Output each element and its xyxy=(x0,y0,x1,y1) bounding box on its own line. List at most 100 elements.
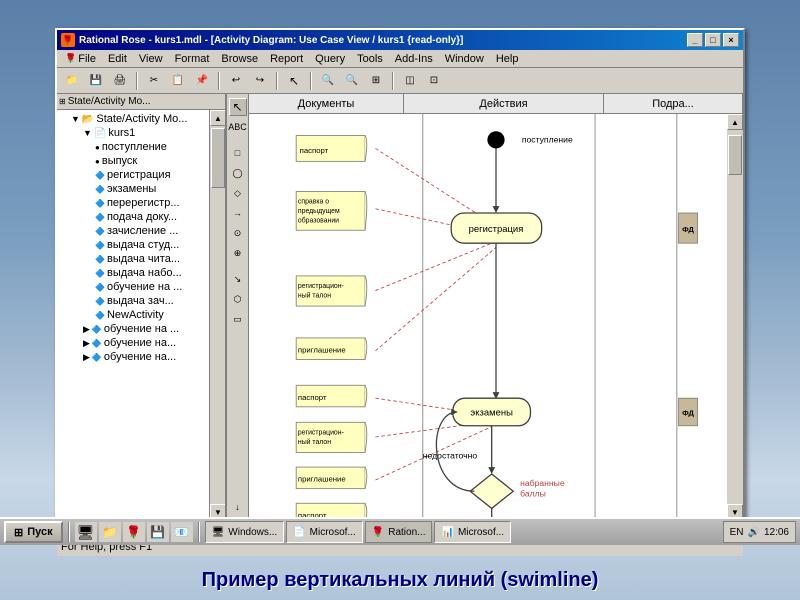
taskbar-ms1-label: Microsof... xyxy=(310,527,356,538)
tree-item-root[interactable]: ▼ 📂 State/Activity Mo... xyxy=(59,112,207,126)
tree-item-15[interactable]: ▶ 🔷 обучение на... xyxy=(59,350,207,364)
svg-text:ный талон: ный талон xyxy=(298,291,331,299)
tree-item-0[interactable]: ● поступление xyxy=(59,140,207,154)
toolbar-copy[interactable]: 📋 xyxy=(167,71,189,91)
toolbar-zoom-out[interactable]: 🔍 xyxy=(341,71,363,91)
taskbar-rational[interactable]: 🌹 Ration... xyxy=(365,521,433,543)
taskbar: ⊞ Пуск 🖥 📁 🌹 💾 📧 🖥 Windows... 📄 Microsof… xyxy=(0,517,800,545)
tree-item-13[interactable]: ▶ 🔷 обучение на ... xyxy=(59,322,207,336)
toolbar-zoom-fit[interactable]: ⊞ xyxy=(365,71,387,91)
title-buttons: _ □ × xyxy=(687,33,739,47)
taskbar-sep2 xyxy=(198,522,200,542)
menu-tools[interactable]: Tools xyxy=(351,50,389,67)
tree-item-4[interactable]: 🔷 перерегистр... xyxy=(59,196,207,210)
diag-vthumb[interactable] xyxy=(728,135,742,175)
tool-bottom[interactable]: ↓ xyxy=(229,498,247,516)
tree-vscrollbar[interactable]: ▲ ▼ xyxy=(209,110,225,520)
tree-item-12[interactable]: 🔷 NewActivity xyxy=(59,308,207,322)
tree-item-8[interactable]: 🔷 выдача чита... xyxy=(59,252,207,266)
tool-1[interactable]: □ xyxy=(229,144,247,162)
menu-window[interactable]: Window xyxy=(439,50,490,67)
toolbar-extra1[interactable]: ◫ xyxy=(399,71,421,91)
toolbar-sep2 xyxy=(218,72,220,90)
minimize-btn[interactable]: _ xyxy=(687,33,703,47)
svg-text:регистрация: регистрация xyxy=(469,224,524,235)
tray-area: EN 🔊 12:06 xyxy=(723,521,796,543)
tree-item-6[interactable]: 🔷 зачисление ... xyxy=(59,224,207,238)
taskbar-icon-4[interactable]: 💾 xyxy=(147,522,169,542)
menu-report[interactable]: Report xyxy=(264,50,309,67)
start-button[interactable]: ⊞ Пуск xyxy=(4,521,63,543)
tree-item-2[interactable]: 🔷 регистрация xyxy=(59,168,207,182)
maximize-btn[interactable]: □ xyxy=(705,33,721,47)
scroll-thumb[interactable] xyxy=(211,128,225,188)
title-bar: 🌹 Rational Rose - kurs1.mdl - [Activity … xyxy=(57,30,743,50)
tool-3[interactable]: ◇ xyxy=(229,184,247,202)
taskbar-ms1[interactable]: 📄 Microsof... xyxy=(286,521,363,543)
tool-panel: ↖ ABC □ ◯ ◇ → ⊙ ⊕ ↘ ⬡ ▭ ↓ ↑ xyxy=(227,94,249,536)
tool-2[interactable]: ◯ xyxy=(229,164,247,182)
tool-8[interactable]: ⬡ xyxy=(229,290,247,308)
tool-abc[interactable]: ABC xyxy=(229,118,247,136)
toolbar-cursor[interactable]: ↖ xyxy=(283,71,305,91)
tool-6[interactable]: ⊕ xyxy=(229,244,247,262)
diagram-vscrollbar[interactable]: ▲ ▼ xyxy=(727,114,743,520)
taskbar-rational-label: Ration... xyxy=(388,527,425,538)
taskbar-icon-5[interactable]: 📧 xyxy=(171,522,193,542)
taskbar-icon-3[interactable]: 🌹 xyxy=(123,522,145,542)
swimlane-dept: Подра... xyxy=(604,94,743,113)
tool-select[interactable]: ↖ xyxy=(229,98,247,116)
tool-9[interactable]: ▭ xyxy=(229,310,247,328)
tray-lang: EN xyxy=(730,527,744,538)
tree-item-7[interactable]: 🔷 выдача студ... xyxy=(59,238,207,252)
taskbar-icon-1[interactable]: 🖥 xyxy=(75,522,97,542)
title-bar-left: 🌹 Rational Rose - kurs1.mdl - [Activity … xyxy=(61,33,463,47)
menu-help[interactable]: Help xyxy=(490,50,525,67)
svg-text:образовании: образовании xyxy=(298,217,339,225)
tool-5[interactable]: ⊙ xyxy=(229,224,247,242)
tree-item-3[interactable]: 🔷 экзамены xyxy=(59,182,207,196)
swimlane-docs: Документы xyxy=(249,94,404,113)
tray-clock: 12:06 xyxy=(764,527,789,538)
toolbar-print[interactable]: 🖨 xyxy=(109,71,131,91)
toolbar-sep4 xyxy=(310,72,312,90)
taskbar-ms2[interactable]: 📊 Microsof... xyxy=(434,521,511,543)
svg-text:ФД: ФД xyxy=(682,408,694,417)
svg-text:поступление: поступление xyxy=(522,134,573,144)
toolbar-new[interactable]: 📁 xyxy=(61,71,83,91)
menu-edit[interactable]: Edit xyxy=(102,50,133,67)
toolbar-save[interactable]: 💾 xyxy=(85,71,107,91)
tool-7[interactable]: ↘ xyxy=(229,270,247,288)
tree-item-1[interactable]: ● выпуск xyxy=(59,154,207,168)
tree-item-14[interactable]: ▶ 🔷 обучение на... xyxy=(59,336,207,350)
diag-scroll-up[interactable]: ▲ xyxy=(727,114,743,130)
window-title: Rational Rose - kurs1.mdl - [Activity Di… xyxy=(79,35,463,46)
toolbar-zoom-in[interactable]: 🔍 xyxy=(317,71,339,91)
toolbar-redo[interactable]: ↪ xyxy=(249,71,271,91)
menu-addins[interactable]: Add-Ins xyxy=(389,50,439,67)
start-label: Пуск xyxy=(27,526,52,538)
menu-format[interactable]: Format xyxy=(169,50,216,67)
menu-query[interactable]: Query xyxy=(309,50,351,67)
svg-text:баллы: баллы xyxy=(520,488,546,498)
scroll-up-btn[interactable]: ▲ xyxy=(210,110,225,126)
tree-item-10[interactable]: 🔷 обучение на ... xyxy=(59,280,207,294)
menu-view[interactable]: View xyxy=(133,50,169,67)
tree-item-kurs1[interactable]: ▼ 📄 kurs1 xyxy=(59,126,207,140)
tree-item-9[interactable]: 🔷 выдача набо... xyxy=(59,266,207,280)
taskbar-windows-label: Windows... xyxy=(228,527,277,538)
tree-item-5[interactable]: 🔷 подача доку... xyxy=(59,210,207,224)
close-btn[interactable]: × xyxy=(723,33,739,47)
taskbar-ms2-label: Microsof... xyxy=(458,527,504,538)
taskbar-icon-2[interactable]: 📁 xyxy=(99,522,121,542)
menu-file[interactable]: 🌹 File xyxy=(59,50,102,67)
menu-browse[interactable]: Browse xyxy=(215,50,264,67)
toolbar-extra2[interactable]: ⊡ xyxy=(423,71,445,91)
tool-4[interactable]: → xyxy=(229,204,247,222)
taskbar-windows[interactable]: 🖥 Windows... xyxy=(205,521,285,543)
toolbar-undo[interactable]: ↩ xyxy=(225,71,247,91)
swimlane-headers: Документы Действия Подра... xyxy=(249,94,743,114)
toolbar-cut[interactable]: ✂ xyxy=(143,71,165,91)
tree-item-11[interactable]: 🔷 выдача зач... xyxy=(59,294,207,308)
toolbar-paste[interactable]: 📌 xyxy=(191,71,213,91)
